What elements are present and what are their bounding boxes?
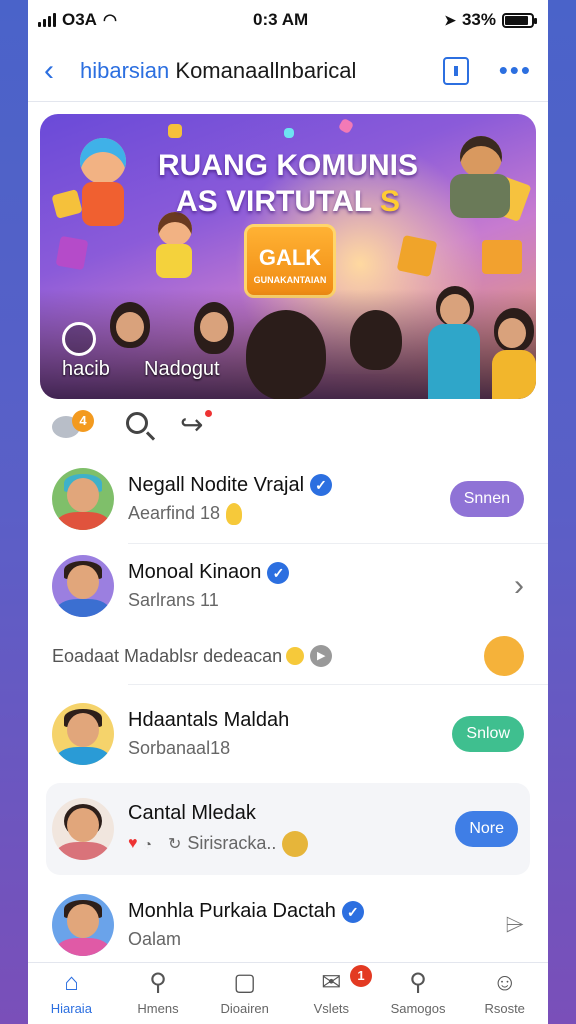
lightbulb-icon bbox=[226, 502, 243, 525]
contact-name: Negall Nodite Vrajal bbox=[128, 473, 305, 496]
tab-label: Samogos bbox=[390, 1001, 446, 1016]
avatar bbox=[52, 894, 114, 956]
more-icon[interactable]: ••• bbox=[499, 55, 532, 86]
back-chevron-icon[interactable]: ‹ bbox=[44, 54, 80, 88]
badge-icon bbox=[282, 830, 309, 857]
chevron-right-icon[interactable]: › bbox=[514, 569, 524, 603]
signal-icon bbox=[38, 13, 56, 27]
tab-places[interactable]: ⚲ Samogos bbox=[375, 963, 462, 1024]
tab-label: Hiaraia bbox=[50, 1001, 92, 1016]
play-icon: ▶ bbox=[310, 645, 333, 667]
contact-subtitle: Sorbanaal18 bbox=[128, 738, 231, 758]
search-icon bbox=[126, 412, 148, 434]
bear-sticker-icon bbox=[484, 636, 524, 676]
contact-name: Monoal Kinaon bbox=[128, 561, 262, 583]
location-icon: ⚲ bbox=[409, 969, 427, 996]
banner-headline-line2: AS VIRTUTAL bbox=[176, 185, 372, 218]
timer-icon: ◔ bbox=[143, 835, 152, 852]
tab-profile[interactable]: ☺ Rsoste bbox=[461, 963, 548, 1024]
list-item[interactable]: Negall Nodite Vrajal ✓ Aearfind 18 Snnen bbox=[28, 455, 548, 543]
contact-action-button[interactable]: Snnen bbox=[449, 481, 524, 517]
gift-box-decoration bbox=[55, 235, 89, 271]
contact-name: Cantal Mledak bbox=[128, 801, 256, 824]
contact-subtitle: Sarlrans 11 bbox=[128, 590, 219, 610]
wifi-icon: ◠ bbox=[102, 12, 117, 29]
avatar bbox=[52, 468, 114, 530]
tab-label: Hmens bbox=[137, 1001, 179, 1016]
contact-subtitle: Oalam bbox=[128, 929, 182, 949]
tab-documents[interactable]: ▢ Dioairen bbox=[201, 963, 288, 1024]
sync-icon: ↻ bbox=[167, 835, 182, 853]
contact-list: Negall Nodite Vrajal ✓ Aearfind 18 Snnen … bbox=[28, 455, 548, 975]
document-icon: ▢ bbox=[233, 969, 257, 996]
page-title: hibarsian Komanaallnbarical bbox=[80, 58, 443, 84]
search-icon: ⚲ bbox=[149, 969, 167, 996]
carrier-label: O3A bbox=[62, 10, 97, 29]
page-title-prefix: hibarsian bbox=[80, 57, 170, 83]
message-preview[interactable]: Eoadaat Madablsr dedeacan ▶ bbox=[28, 628, 548, 684]
home-icon: ⌂ bbox=[64, 969, 79, 996]
contact-name: Hdaantals Maldah bbox=[128, 709, 290, 731]
share-icon[interactable] bbox=[442, 56, 469, 85]
message-text: Eoadaat Madablsr dedeacan bbox=[52, 645, 283, 666]
verified-icon: ✓ bbox=[310, 474, 333, 496]
music-note-icon bbox=[62, 322, 96, 356]
tab-label: Vslets bbox=[313, 1001, 350, 1016]
comment-count-badge: 4 bbox=[72, 410, 94, 432]
comment-button[interactable]: 4 bbox=[52, 410, 98, 440]
banner-cta-main: GALK bbox=[258, 245, 322, 270]
notification-dot bbox=[205, 410, 212, 417]
clock: 0:3 AM bbox=[253, 10, 309, 29]
emoji-icon bbox=[286, 647, 305, 665]
list-item[interactable]: Monhla Purkaia Dactah ✓ Oalam ⌲ bbox=[28, 875, 548, 975]
app-screen: O3A ◠ 0:3 AM ➤ 33% ‹ hibarsian Komanaall… bbox=[28, 0, 548, 1024]
avatar bbox=[52, 798, 114, 860]
avatar bbox=[52, 555, 114, 617]
banner-cta-sub: GUNAKANTAIAN bbox=[253, 275, 327, 285]
top-nav: ‹ hibarsian Komanaallnbarical ••• bbox=[28, 40, 548, 102]
list-item[interactable]: Monoal Kinaon ✓ Sarlrans 11 › bbox=[28, 544, 548, 628]
search-button[interactable] bbox=[124, 410, 154, 440]
profile-icon: ☺ bbox=[492, 969, 517, 996]
page-title-rest: Komanaallnbarical bbox=[169, 57, 357, 83]
list-item[interactable]: Hdaantals Maldah Sorbanaal18 Snlow bbox=[28, 685, 548, 783]
contact-name: Monhla Purkaia Dactah bbox=[128, 900, 336, 922]
bottom-tab-bar: ⌂ Hiaraia ⚲ Hmens ▢ Dioairen ✉ 1 Vslets … bbox=[28, 962, 548, 1024]
contact-subtitle: Sirisracka.. bbox=[187, 833, 277, 853]
action-bar: 4 ↪ bbox=[52, 409, 212, 440]
banner-headline-line1: RUANG KOMUNIS bbox=[158, 149, 418, 182]
heart-icon: ♥ bbox=[128, 834, 138, 852]
pin-icon[interactable]: ⌲ bbox=[505, 911, 524, 939]
gift-box-decoration bbox=[482, 240, 522, 274]
forward-icon: ↪ bbox=[180, 409, 204, 440]
list-item[interactable]: Cantal Mledak ♥ ◔ ↻ Sirisracka.. Nore bbox=[46, 783, 530, 875]
community-banner[interactable]: RUANG KOMUNIS AS VIRTUTAL S GALK GUNAKAN… bbox=[40, 114, 536, 399]
tab-label: Rsoste bbox=[484, 1001, 525, 1016]
location-arrow-icon: ➤ bbox=[444, 11, 456, 28]
contact-subtitle: Aearfind 18 bbox=[128, 503, 221, 523]
notification-badge: 1 bbox=[350, 965, 373, 987]
verified-icon: ✓ bbox=[267, 561, 290, 584]
banner-cta-button[interactable]: GALK GUNAKANTAIAN bbox=[244, 224, 336, 298]
verified-icon: ✓ bbox=[341, 900, 364, 923]
tab-label: Dioairen bbox=[220, 1001, 269, 1016]
contact-action-button[interactable]: Nore bbox=[455, 811, 518, 847]
banner-headline-accent: S bbox=[379, 185, 400, 218]
banner-tag-left: hacib bbox=[62, 358, 110, 380]
tab-search[interactable]: ⚲ Hmens bbox=[115, 963, 202, 1024]
battery-percent: 33% bbox=[461, 10, 496, 29]
status-bar: O3A ◠ 0:3 AM ➤ 33% bbox=[28, 0, 548, 40]
banner-tag-right: Nadogut bbox=[144, 358, 220, 380]
avatar bbox=[52, 703, 114, 765]
battery-icon bbox=[502, 12, 537, 28]
forward-button[interactable]: ↪ bbox=[180, 409, 212, 440]
tab-home[interactable]: ⌂ Hiaraia bbox=[28, 963, 115, 1024]
tab-messages[interactable]: ✉ 1 Vslets bbox=[288, 963, 375, 1024]
contact-action-button[interactable]: Snlow bbox=[452, 716, 524, 752]
